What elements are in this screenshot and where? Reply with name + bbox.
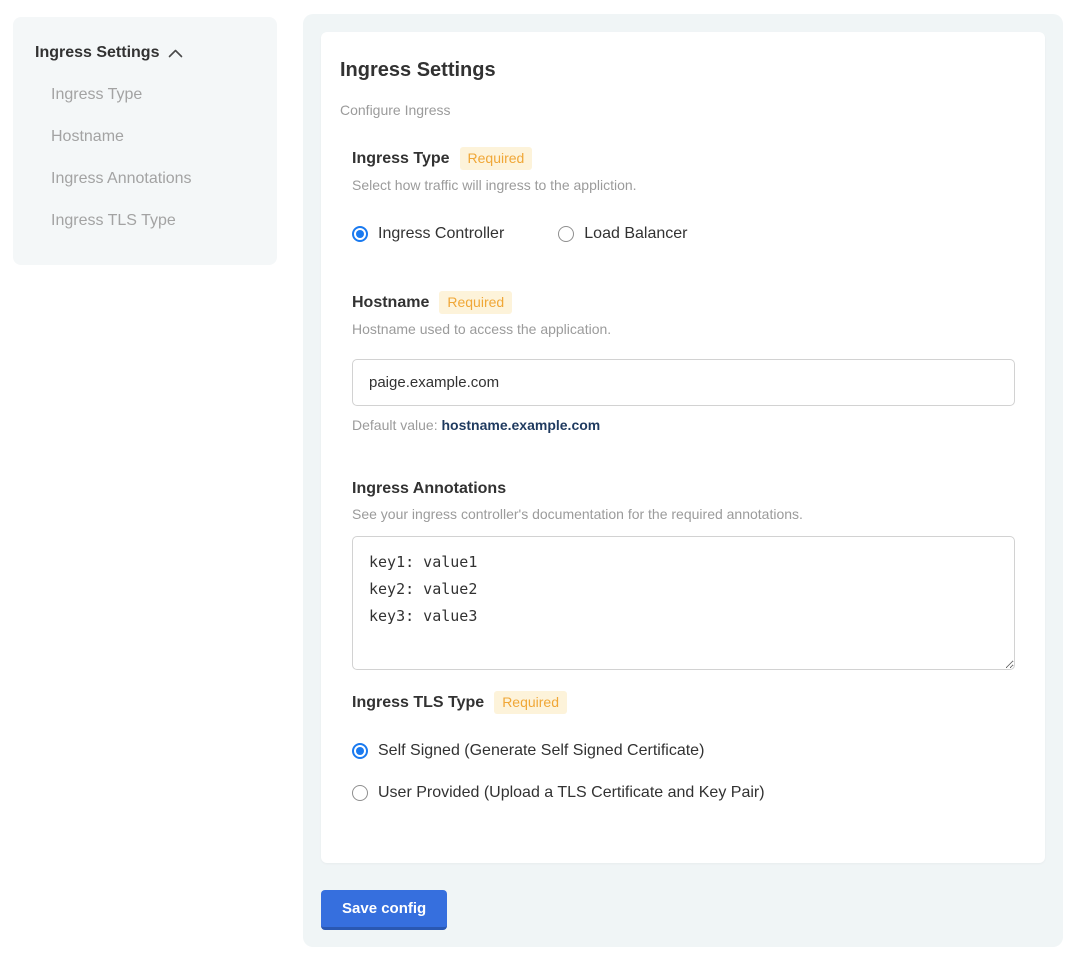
radio-label-ingress-controller: Ingress Controller <box>378 224 504 244</box>
config-nav-sidebar: Ingress Settings Ingress Type Hostname I… <box>13 17 277 265</box>
ingress-type-help: Select how traffic will ingress to the a… <box>352 177 1026 194</box>
sidebar-item-ingress-type[interactable]: Ingress Type <box>51 85 255 105</box>
radio-unselected-icon[interactable] <box>352 785 368 801</box>
radio-label-user-provided: User Provided (Upload a TLS Certificate … <box>378 783 765 803</box>
group-ingress-tls-type: Ingress TLS Type Required Self Signed (G… <box>352 691 1026 803</box>
sidebar-item-ingress-annotations[interactable]: Ingress Annotations <box>51 169 255 189</box>
sidebar-item-ingress-tls-type[interactable]: Ingress TLS Type <box>51 211 255 231</box>
radio-selected-icon[interactable] <box>352 743 368 759</box>
required-badge: Required <box>460 147 533 170</box>
radio-option-user-provided[interactable]: User Provided (Upload a TLS Certificate … <box>352 783 1026 803</box>
save-config-button[interactable]: Save config <box>321 890 447 930</box>
ingress-annotations-help: See your ingress controller's documentat… <box>352 506 1026 523</box>
radio-option-ingress-controller[interactable]: Ingress Controller <box>352 224 504 244</box>
radio-option-load-balancer[interactable]: Load Balancer <box>558 224 687 244</box>
sidebar-group-title: Ingress Settings <box>35 43 159 63</box>
group-ingress-annotations: Ingress Annotations See your ingress con… <box>352 479 1026 670</box>
ingress-annotations-label: Ingress Annotations <box>352 479 506 499</box>
hostname-default-value: hostname.example.com <box>442 417 601 433</box>
sidebar-item-hostname[interactable]: Hostname <box>51 127 255 147</box>
page-title: Ingress Settings <box>340 58 1026 82</box>
sidebar-group-toggle[interactable]: Ingress Settings <box>35 43 255 63</box>
ingress-annotations-textarea[interactable] <box>352 536 1015 670</box>
required-badge: Required <box>494 691 567 714</box>
hostname-label: Hostname <box>352 293 429 313</box>
ingress-tls-type-options: Self Signed (Generate Self Signed Certif… <box>352 741 1026 803</box>
hostname-input[interactable] <box>352 359 1015 406</box>
radio-label-load-balancer: Load Balancer <box>584 224 687 244</box>
ingress-tls-type-label: Ingress TLS Type <box>352 693 484 713</box>
group-hostname: Hostname Required Hostname used to acces… <box>352 291 1026 434</box>
config-card: Ingress Settings Configure Ingress Ingre… <box>321 32 1045 863</box>
chevron-up-icon <box>168 49 183 58</box>
radio-option-self-signed[interactable]: Self Signed (Generate Self Signed Certif… <box>352 741 1026 761</box>
ingress-type-options: Ingress Controller Load Balancer <box>352 224 1026 244</box>
page-subtitle: Configure Ingress <box>340 102 1026 119</box>
required-badge: Required <box>439 291 512 314</box>
hostname-default-prefix: Default value: <box>352 417 442 433</box>
sidebar-item-list: Ingress Type Hostname Ingress Annotation… <box>35 85 255 231</box>
radio-label-self-signed: Self Signed (Generate Self Signed Certif… <box>378 741 704 761</box>
group-ingress-type: Ingress Type Required Select how traffic… <box>352 147 1026 244</box>
radio-unselected-icon[interactable] <box>558 226 574 242</box>
hostname-help: Hostname used to access the application. <box>352 321 1026 338</box>
hostname-default-line: Default value: hostname.example.com <box>352 417 1026 434</box>
ingress-type-label: Ingress Type <box>352 149 450 169</box>
radio-selected-icon[interactable] <box>352 226 368 242</box>
config-panel: Ingress Settings Configure Ingress Ingre… <box>303 14 1063 947</box>
